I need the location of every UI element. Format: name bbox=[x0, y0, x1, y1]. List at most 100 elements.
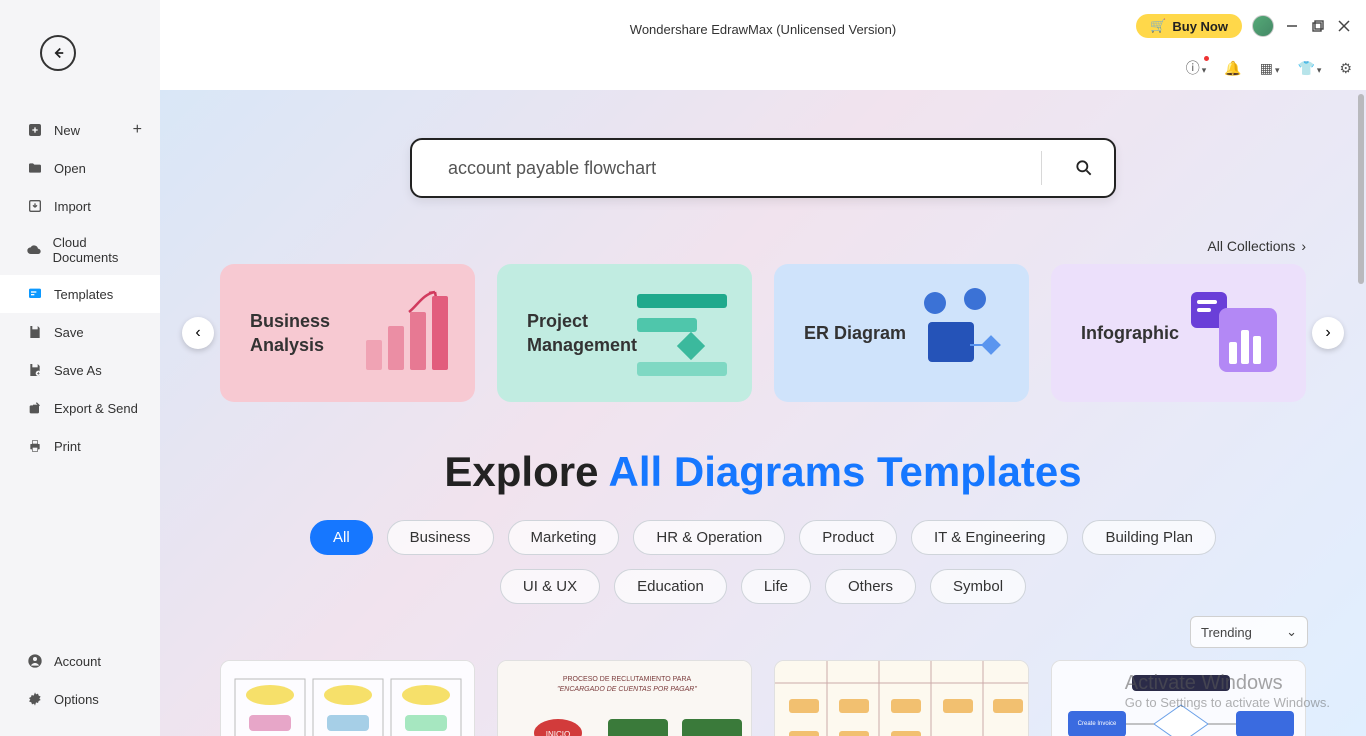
nav-label: Save As bbox=[54, 363, 102, 378]
nav-save[interactable]: Save bbox=[0, 313, 160, 351]
avatar[interactable] bbox=[1252, 15, 1274, 37]
svg-text:Create Invoice: Create Invoice bbox=[1078, 721, 1117, 727]
plus-square-icon bbox=[26, 121, 44, 139]
pill-building-plan[interactable]: Building Plan bbox=[1082, 520, 1216, 555]
minimize-button[interactable] bbox=[1284, 18, 1300, 34]
nav-open[interactable]: Open bbox=[0, 149, 160, 187]
nav-label: Account bbox=[54, 654, 101, 669]
save-icon bbox=[26, 323, 44, 341]
apps-icon[interactable]: ▦▾ bbox=[1260, 60, 1280, 77]
cart-icon: 🛒 bbox=[1150, 18, 1166, 34]
gantt-icon bbox=[637, 288, 732, 378]
pill-business[interactable]: Business bbox=[387, 520, 494, 555]
template-thumb[interactable]: Create Invoice bbox=[1051, 660, 1306, 736]
template-thumb[interactable] bbox=[220, 660, 475, 736]
card-er-diagram[interactable]: ER Diagram bbox=[774, 264, 1029, 402]
nav-label: Cloud Documents bbox=[53, 235, 148, 265]
icon-row: ⓘ▾ 🔔 ▦▾ 👕▾ ⚙ bbox=[1186, 58, 1352, 78]
help-icon[interactable]: ⓘ▾ bbox=[1186, 58, 1207, 78]
sort-value: Trending bbox=[1201, 625, 1252, 640]
nav-cloud-documents[interactable]: Cloud Documents bbox=[0, 225, 160, 275]
titlebar-right: 🛒 Buy Now bbox=[1136, 14, 1352, 38]
export-icon bbox=[26, 399, 44, 417]
pill-it-engineering[interactable]: IT & Engineering bbox=[911, 520, 1068, 555]
back-button[interactable] bbox=[40, 35, 76, 71]
nav-label: Print bbox=[54, 439, 81, 454]
settings-icon[interactable]: ⚙ bbox=[1339, 60, 1352, 77]
pill-education[interactable]: Education bbox=[614, 569, 727, 604]
nav-label: Import bbox=[54, 199, 91, 214]
carousel-next[interactable]: › bbox=[1312, 317, 1344, 349]
pill-life[interactable]: Life bbox=[741, 569, 811, 604]
template-thumb[interactable]: PROCESO DE RECLUTAMIENTO PARA "ENCARGADO… bbox=[497, 660, 752, 736]
carousel-prev[interactable]: ‹ bbox=[182, 317, 214, 349]
buy-label: Buy Now bbox=[1172, 19, 1228, 34]
scrollbar[interactable] bbox=[1358, 94, 1364, 284]
cloud-icon bbox=[26, 241, 43, 259]
nav-label: New bbox=[54, 123, 80, 138]
nav-list: New + Open Import Cloud Documents Templa… bbox=[0, 111, 160, 465]
all-collections-label: All Collections bbox=[1207, 238, 1295, 254]
theme-icon[interactable]: 👕▾ bbox=[1297, 60, 1321, 77]
nav-export[interactable]: Export & Send bbox=[0, 389, 160, 427]
pill-all[interactable]: All bbox=[310, 520, 373, 555]
card-label: ER Diagram bbox=[804, 321, 914, 345]
nav-options[interactable]: Options bbox=[0, 680, 160, 718]
divider bbox=[1041, 151, 1042, 185]
nav-print[interactable]: Print bbox=[0, 427, 160, 465]
nav-label: Options bbox=[54, 692, 99, 707]
headline-a: Explore bbox=[444, 448, 608, 495]
buy-now-button[interactable]: 🛒 Buy Now bbox=[1136, 14, 1242, 38]
pill-symbol[interactable]: Symbol bbox=[930, 569, 1026, 604]
nav-import[interactable]: Import bbox=[0, 187, 160, 225]
headline-b: All Diagrams Templates bbox=[609, 448, 1082, 495]
all-collections-link[interactable]: All Collections › bbox=[1207, 238, 1306, 254]
card-label: Project Management bbox=[527, 309, 637, 358]
nav-label: Save bbox=[54, 325, 84, 340]
maximize-button[interactable] bbox=[1310, 18, 1326, 34]
card-project-management[interactable]: Project Management bbox=[497, 264, 752, 402]
app-title: Wondershare EdrawMax (Unlicensed Version… bbox=[630, 22, 896, 37]
sidebar: New + Open Import Cloud Documents Templa… bbox=[0, 0, 160, 736]
svg-text:"ENCARGADO DE CUENTAS POR PAGA: "ENCARGADO DE CUENTAS POR PAGAR" bbox=[557, 686, 697, 693]
pill-product[interactable]: Product bbox=[799, 520, 897, 555]
svg-text:INICIO: INICIO bbox=[546, 730, 570, 736]
er-icon bbox=[914, 288, 1009, 378]
pill-others[interactable]: Others bbox=[825, 569, 916, 604]
pill-ui-ux[interactable]: UI & UX bbox=[500, 569, 600, 604]
search-button[interactable] bbox=[1054, 158, 1114, 178]
nav-save-as[interactable]: Save As bbox=[0, 351, 160, 389]
template-thumb[interactable] bbox=[774, 660, 1029, 736]
save-as-icon bbox=[26, 361, 44, 379]
chevron-right-icon: › bbox=[1301, 238, 1306, 254]
infographic-icon bbox=[1191, 288, 1286, 378]
main: Wondershare EdrawMax (Unlicensed Version… bbox=[160, 0, 1366, 736]
sort-dropdown[interactable]: Trending ⌄ bbox=[1190, 616, 1308, 648]
svg-text:PROCESO DE RECLUTAMIENTO PARA: PROCESO DE RECLUTAMIENTO PARA bbox=[563, 676, 692, 683]
category-cards: ‹ Business Analysis Project Management bbox=[160, 264, 1366, 402]
nav-label: Open bbox=[54, 161, 86, 176]
print-icon bbox=[26, 437, 44, 455]
bell-icon[interactable]: 🔔 bbox=[1224, 60, 1241, 77]
card-business-analysis[interactable]: Business Analysis bbox=[220, 264, 475, 402]
titlebar: Wondershare EdrawMax (Unlicensed Version… bbox=[160, 0, 1366, 58]
pill-marketing[interactable]: Marketing bbox=[508, 520, 620, 555]
category-pills: All Business Marketing HR & Operation Pr… bbox=[160, 520, 1366, 604]
import-icon bbox=[26, 197, 44, 215]
search-box bbox=[410, 138, 1116, 198]
gear-icon bbox=[26, 690, 44, 708]
nav-templates[interactable]: Templates bbox=[0, 275, 160, 313]
search-input[interactable] bbox=[448, 158, 1029, 179]
card-label: Business Analysis bbox=[250, 309, 360, 358]
bar-chart-icon bbox=[360, 288, 455, 378]
nav-account[interactable]: Account bbox=[0, 642, 160, 680]
plus-icon[interactable]: + bbox=[133, 121, 142, 139]
sidebar-bottom: Account Options bbox=[0, 642, 160, 718]
close-button[interactable] bbox=[1336, 18, 1352, 34]
nav-label: Export & Send bbox=[54, 401, 138, 416]
card-infographic[interactable]: Infographic bbox=[1051, 264, 1306, 402]
pill-hr-operation[interactable]: HR & Operation bbox=[633, 520, 785, 555]
nav-new[interactable]: New + bbox=[0, 111, 160, 149]
headline: Explore All Diagrams Templates bbox=[160, 448, 1366, 496]
folder-icon bbox=[26, 159, 44, 177]
